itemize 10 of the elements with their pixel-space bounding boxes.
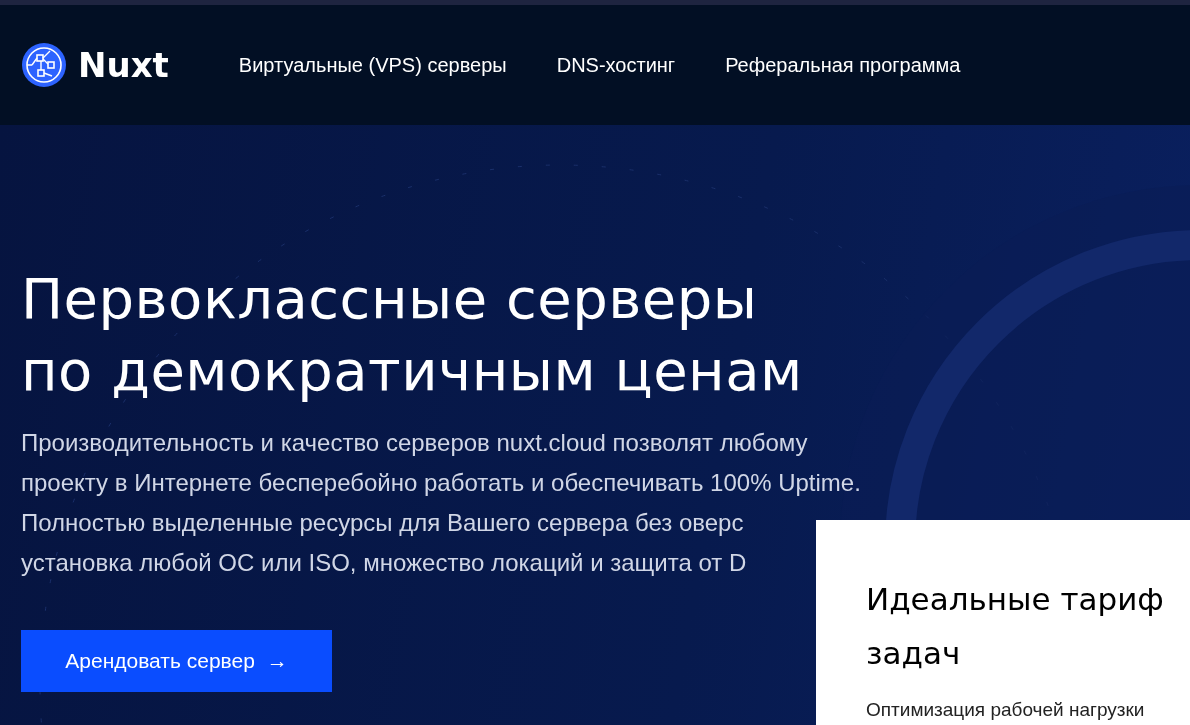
logo-icon	[22, 43, 66, 87]
hero-description: Производительность и качество серверов nuxt.cloud позволят любому проекту в Интернете бесперебойно работать и обеспечивать 100% Uptime. Полностью выделенные ресурсы для Вашего сервера без оверс установка любой ОС или ISO, множество локаций и защита от D	[21, 428, 862, 578]
card-text: Оптимизация рабочей нагрузки	[866, 698, 1146, 722]
nav-link[interactable]: Виртуальные (VPS) серверы	[238, 53, 507, 77]
nav-link[interactable]: Реферальная программа	[725, 53, 961, 77]
nav-link[interactable]: DNS-хостинг	[556, 53, 676, 77]
hero-title: Первоклассные серверы по демократичным ценам	[21, 265, 804, 405]
card-title: Идеальные тариф задач	[866, 580, 1165, 673]
brand-name[interactable]: Nuxt	[78, 45, 169, 85]
rent-server-button[interactable]: Арендовать сервер →	[21, 630, 332, 692]
